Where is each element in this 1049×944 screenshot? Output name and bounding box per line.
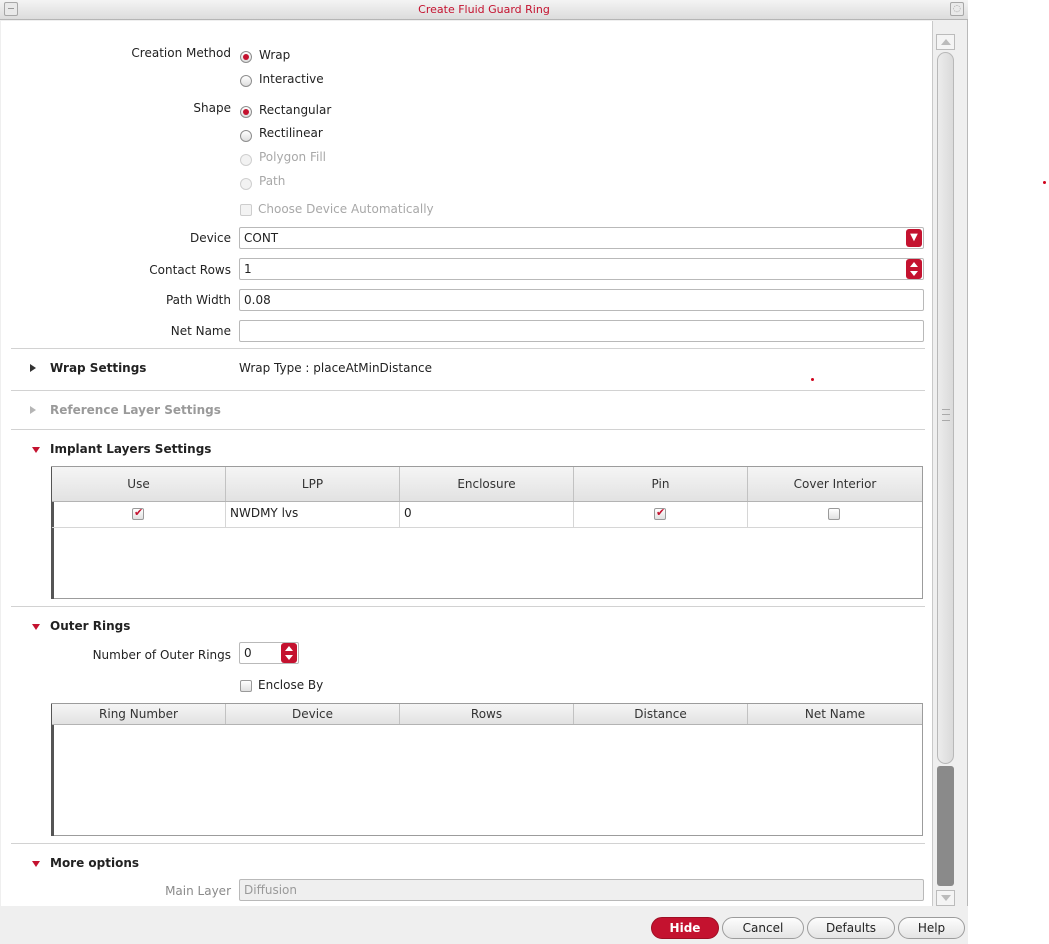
wrap-settings-header[interactable]: Wrap Settings [50, 361, 146, 375]
device-value: CONT [244, 231, 279, 245]
number-outer-rings-value: 0 [244, 646, 252, 660]
divider [11, 348, 925, 349]
column-header[interactable]: Pin [574, 467, 748, 501]
main-layer-field: Diffusion [239, 879, 924, 901]
window-close-button[interactable]: ◌ [950, 2, 964, 16]
net-name-input[interactable] [239, 320, 924, 342]
enclose-by-label: Enclose By [258, 678, 324, 692]
enclose-by-checkbox[interactable] [240, 680, 252, 692]
path-width-label: Path Width [165, 293, 231, 307]
number-outer-rings-label: Number of Outer Rings [92, 648, 231, 662]
spinner-arrows-icon[interactable] [281, 643, 297, 663]
net-name-label: Net Name [170, 324, 231, 338]
radio-polygon-fill-label: Polygon Fill [259, 150, 326, 164]
cancel-button[interactable]: Cancel [722, 917, 804, 939]
vertical-scrollbar[interactable] [936, 34, 956, 906]
window-title: Create Fluid Guard Ring [418, 3, 550, 16]
outer-rings-table: Ring Number Device Rows Distance Net Nam… [51, 703, 923, 836]
column-header[interactable]: Ring Number [52, 704, 226, 724]
dialog-window: Create Fluid Guard Ring ◌ Creation Metho… [0, 0, 968, 944]
lpp-cell[interactable]: NWDMY lvs [226, 502, 400, 527]
scroll-track[interactable] [937, 766, 954, 886]
expand-arrow-icon[interactable] [30, 364, 36, 372]
table-header: Ring Number Device Rows Distance Net Nam… [52, 704, 922, 725]
reference-layer-header: Reference Layer Settings [50, 403, 221, 417]
collapse-arrow-icon[interactable] [32, 624, 40, 630]
column-header[interactable]: Enclosure [400, 467, 574, 501]
form-content: Creation Method Wrap Interactive Shape R… [1, 21, 933, 906]
choose-device-checkbox [240, 204, 252, 216]
spinner-arrows-icon[interactable] [906, 259, 922, 279]
number-outer-rings-spinbox[interactable]: 0 [239, 642, 299, 664]
radio-rectangular[interactable] [240, 106, 252, 118]
column-header[interactable]: Net Name [748, 704, 922, 724]
marker-dot [1043, 181, 1046, 184]
radio-rectilinear-label: Rectilinear [259, 126, 323, 140]
column-header[interactable]: Cover Interior [748, 467, 922, 501]
implant-layers-table: Use LPP Enclosure Pin Cover Interior NWD… [51, 466, 923, 599]
grip-icon [942, 409, 950, 421]
collapse-arrow-icon[interactable] [32, 861, 40, 867]
more-options-header[interactable]: More options [50, 856, 139, 870]
radio-wrap-label: Wrap [259, 48, 291, 62]
radio-path-label: Path [259, 174, 286, 188]
outer-rings-header[interactable]: Outer Rings [50, 619, 130, 633]
radio-interactive[interactable] [240, 75, 252, 87]
enclosure-cell[interactable]: 0 [400, 502, 574, 527]
close-icon: ◌ [953, 4, 961, 14]
hide-button[interactable]: Hide [651, 917, 719, 939]
contact-rows-value: 1 [244, 262, 252, 276]
title-bar[interactable]: Create Fluid Guard Ring ◌ [0, 0, 968, 20]
radio-rectilinear[interactable] [240, 130, 252, 142]
shape-label: Shape [193, 101, 231, 115]
button-bar: Hide Cancel Defaults Help [0, 906, 968, 944]
scroll-up-arrow-icon[interactable] [936, 34, 955, 50]
radio-rectangular-label: Rectangular [259, 103, 332, 117]
column-header[interactable]: Rows [400, 704, 574, 724]
path-width-input[interactable]: 0.08 [239, 289, 924, 311]
radio-polygon-fill [240, 154, 252, 166]
table-row[interactable]: NWDMY lvs 0 [52, 502, 922, 528]
cover-interior-checkbox[interactable] [828, 508, 840, 520]
column-header[interactable]: Distance [574, 704, 748, 724]
radio-interactive-label: Interactive [259, 72, 324, 86]
column-header[interactable]: Device [226, 704, 400, 724]
divider [11, 843, 925, 844]
marker-dot [811, 378, 814, 381]
collapse-arrow-icon[interactable] [32, 447, 40, 453]
pin-cell [574, 502, 748, 527]
wrap-type-summary: Wrap Type : placeAtMinDistance [239, 361, 433, 375]
contact-rows-spinbox[interactable]: 1 [239, 258, 924, 280]
radio-path [240, 178, 252, 190]
device-dropdown[interactable]: CONT ▼ [239, 227, 924, 249]
main-layer-label: Main Layer [165, 884, 231, 898]
pin-checkbox[interactable] [654, 506, 666, 520]
chevron-down-icon[interactable]: ▼ [906, 229, 922, 247]
table-header: Use LPP Enclosure Pin Cover Interior [52, 467, 922, 502]
column-header[interactable]: LPP [226, 467, 400, 501]
divider [11, 390, 925, 391]
use-checkbox[interactable] [132, 506, 144, 520]
creation-method-label: Creation Method [131, 46, 231, 60]
defaults-button[interactable]: Defaults [807, 917, 895, 939]
use-cell [52, 502, 226, 527]
scroll-thumb[interactable] [937, 52, 954, 764]
device-label: Device [189, 231, 231, 245]
contact-rows-label: Contact Rows [149, 263, 231, 277]
divider [11, 429, 925, 430]
cover-interior-cell [748, 502, 922, 527]
implant-layers-header[interactable]: Implant Layers Settings [50, 442, 211, 456]
radio-wrap[interactable] [240, 51, 252, 63]
choose-device-label: Choose Device Automatically [258, 202, 434, 216]
expand-arrow-icon [30, 406, 36, 414]
column-header[interactable]: Use [52, 467, 226, 501]
scroll-down-arrow-icon[interactable] [936, 890, 955, 906]
divider [11, 606, 925, 607]
help-button[interactable]: Help [898, 917, 965, 939]
